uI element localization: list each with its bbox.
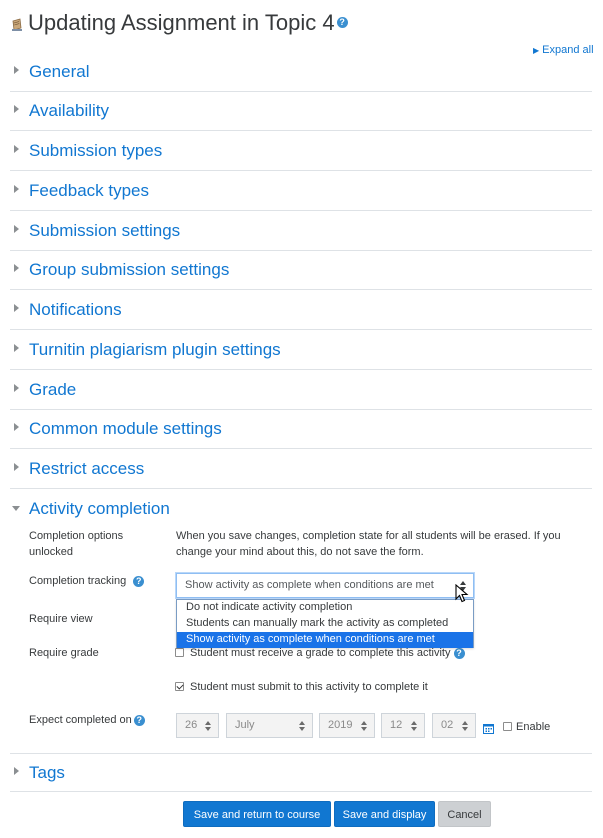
select-arrows-icon [205,721,212,731]
expect-month-select[interactable]: July [226,713,313,738]
section-label: Restrict access [29,459,145,478]
expect-enable-label: Enable [516,721,551,733]
assignment-icon [11,18,23,32]
option-do-not-indicate[interactable]: Do not indicate activity completion [177,600,473,616]
section-label: Group submission settings [29,260,230,279]
section-header[interactable]: Activity completion [10,490,592,529]
section-notifications[interactable]: Notifications [10,291,592,330]
section-restrict-access[interactable]: Restrict access [10,450,592,489]
section-common-module-settings[interactable]: Common module settings [10,410,592,449]
completion-tracking-dropdown[interactable]: Do not indicate activity completion Stud… [176,599,474,648]
section-label: Notifications [29,300,122,319]
option-show-complete[interactable]: Show activity as complete when condition… [177,632,473,648]
completion-options-text: When you save changes, completion state … [176,530,561,558]
section-submission-settings[interactable]: Submission settings [10,212,592,251]
section-availability[interactable]: Availability [10,92,592,131]
page-title: Updating Assignment in Topic 4? [28,10,348,36]
caret-right-icon [14,463,19,471]
section-label: Submission types [29,141,163,160]
caret-right-icon [14,423,19,431]
section-label: Turnitin plagiarism plugin settings [29,340,281,359]
expect-completed-label: Expect completed on? [29,712,145,728]
completion-options-label: Completion options unlocked [29,530,124,558]
section-grade[interactable]: Grade [10,371,592,410]
caret-right-icon [14,767,19,775]
caret-right-icon [14,105,19,113]
section-label: Activity completion [29,499,170,518]
section-group-submission-settings[interactable]: Group submission settings [10,251,592,290]
section-label: Tags [29,763,65,782]
section-feedback-types[interactable]: Feedback types [10,172,592,211]
completion-tracking-select[interactable]: Show activity as complete when condition… [176,573,474,598]
section-label: Feedback types [29,181,150,200]
caret-right-icon [14,66,19,74]
caret-right-icon [14,264,19,272]
require-view-label: Require view [29,613,93,625]
section-label: Common module settings [29,419,222,438]
select-arrows-icon [462,721,469,731]
help-icon[interactable]: ? [336,16,348,28]
save-return-button[interactable]: Save and return to course [183,801,331,827]
help-icon[interactable]: ? [133,575,145,587]
section-activity-completion[interactable]: Activity completion [10,490,592,520]
cancel-button[interactable]: Cancel [438,801,491,827]
mouse-pointer-icon [455,583,469,609]
section-turnitin[interactable]: Turnitin plagiarism plugin settings [10,331,592,370]
select-arrows-icon [411,721,418,731]
caret-right-icon [14,384,19,392]
help-icon[interactable]: ? [453,647,465,659]
require-grade-checkbox[interactable] [175,648,184,657]
expect-year-select[interactable]: 2019 [319,713,375,738]
require-grade-label: Require grade [29,647,99,659]
caret-right-icon [14,185,19,193]
caret-down-icon [12,506,20,511]
select-arrows-icon [361,721,368,731]
caret-right-icon [14,225,19,233]
expect-day-select[interactable]: 26 [176,713,219,738]
section-submission-types[interactable]: Submission types [10,132,592,171]
require-submit-text: Student must submit to this activity to … [190,681,428,693]
section-label: Availability [29,101,110,120]
require-submit-checkbox[interactable] [175,682,184,691]
completion-tracking-label: Completion tracking ? [29,573,145,589]
expect-hour-select[interactable]: 12 [381,713,425,738]
expect-enable-checkbox[interactable] [503,722,512,731]
caret-right-icon [14,344,19,352]
select-arrows-icon [299,721,306,731]
section-label: Grade [29,380,77,399]
caret-right-icon [14,145,19,153]
section-label: General [29,62,90,81]
save-display-button[interactable]: Save and display [334,801,435,827]
expect-minute-select[interactable]: 02 [432,713,476,738]
section-tags[interactable]: Tags [10,753,592,792]
help-icon[interactable]: ? [133,714,145,726]
calendar-icon[interactable] [483,721,494,734]
option-manual[interactable]: Students can manually mark the activity … [177,616,473,632]
section-label: Submission settings [29,221,181,240]
caret-right-icon [14,304,19,312]
section-general[interactable]: General [10,53,592,92]
